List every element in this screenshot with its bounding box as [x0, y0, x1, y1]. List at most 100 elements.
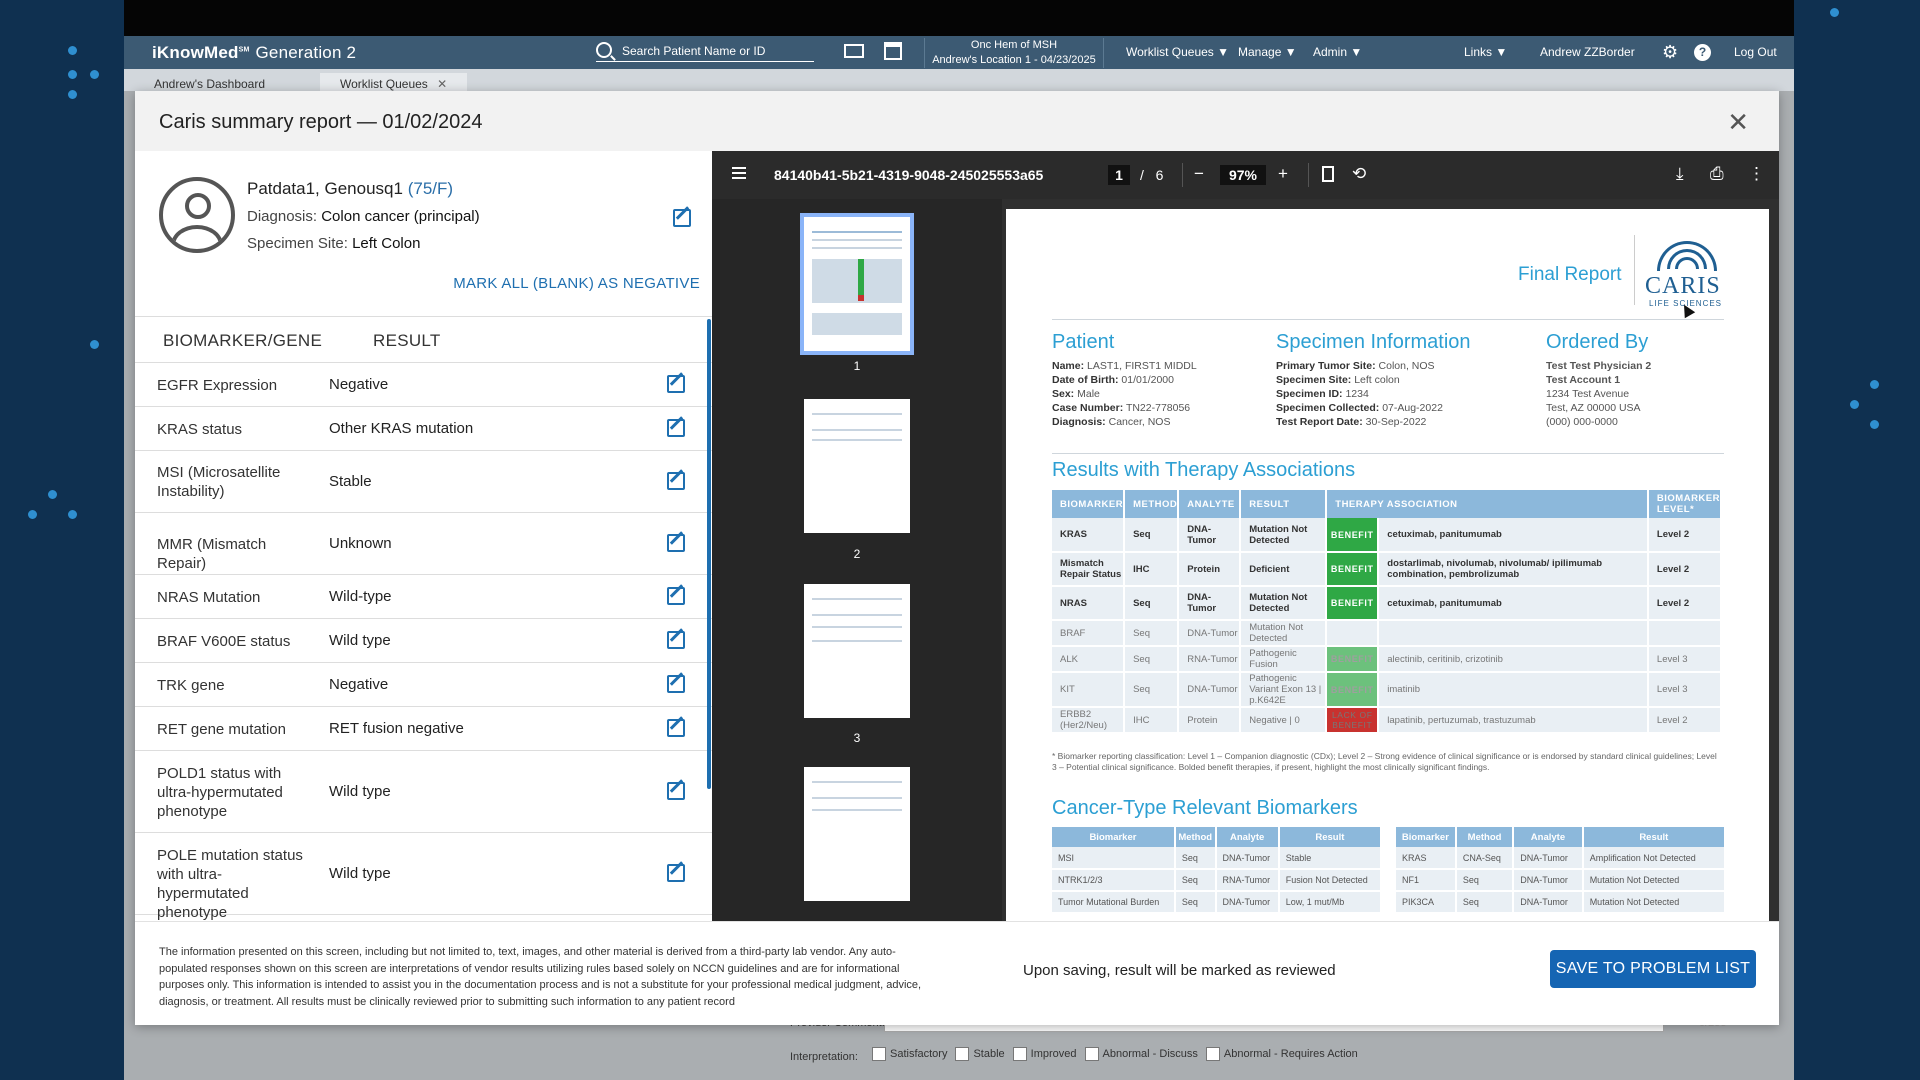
results-row: KIT Seq DNA-Tumor Pathogenic Variant Exon 1… — [1052, 672, 1723, 708]
help-icon[interactable]: ? — [1694, 44, 1711, 61]
edit-result-icon[interactable] — [667, 534, 685, 552]
biomarker-gene: NRAS Mutation — [157, 588, 261, 606]
fit-page-icon[interactable] — [1322, 166, 1334, 182]
page-number-input[interactable]: 1 — [1108, 165, 1130, 185]
ordered-by-heading: Ordered By — [1546, 331, 1649, 353]
zoom-in-icon[interactable]: + — [1278, 164, 1288, 184]
biomarker-row: RET gene mutation RET fusion negative — [135, 707, 712, 751]
edit-result-icon[interactable] — [667, 472, 685, 490]
menu-links-visible[interactable]: Links ▼ — [1464, 45, 1507, 59]
patient-name: Patdata1, Genousq1 (75/F) — [247, 179, 454, 198]
print-icon[interactable]: ⎙ — [1710, 164, 1724, 184]
brand-logo[interactable]: iKnowMedSM Generation 2 — [152, 43, 356, 63]
biomarker-row: NRAS Mutation Wild-type — [135, 575, 712, 619]
download-icon[interactable]: ⤓ — [1676, 164, 1684, 184]
edit-patient-icon[interactable] — [673, 209, 691, 227]
zoom-out-icon[interactable]: − — [1194, 164, 1204, 184]
interpretation-checkbox[interactable]: Abnormal - Requires Action — [1205, 1047, 1358, 1061]
thumbnail-label: 3 — [853, 731, 861, 745]
menu-worklist-queues[interactable]: Worklist Queues ▼ — [1126, 45, 1229, 59]
panel-scrollbar[interactable] — [707, 319, 711, 789]
interpretation-checkbox[interactable]: Satisfactory — [872, 1047, 947, 1061]
results-row: NRAS Seq DNA-Tumor Mutation Not Detected BEN… — [1052, 586, 1723, 621]
menu-manage[interactable]: Manage ▼ — [1238, 45, 1297, 59]
calendar-icon[interactable] — [884, 42, 902, 60]
info-line: Test, AZ 00000 USA — [1546, 402, 1641, 414]
patient-search[interactable]: Search Patient Name or ID — [596, 42, 814, 62]
thumbnail-page-3[interactable] — [804, 584, 910, 718]
pdf-filename: 84140b41-5b21-4319-9048-245025553a65 — [774, 167, 1044, 183]
thumbnail-page-4[interactable] — [804, 767, 910, 901]
biomarker-result: RET fusion negative — [329, 720, 464, 737]
background-dot — [1870, 420, 1879, 429]
ctr-col: Method — [1455, 827, 1515, 847]
ctr-row: MSI Seq DNA-Tumor Stable — [1052, 847, 1383, 870]
modal-header: Caris summary report — 01/02/2024 ✕ — [135, 91, 1779, 151]
edit-result-icon[interactable] — [667, 419, 685, 437]
ctr-col: Method — [1174, 827, 1217, 847]
rotate-icon[interactable]: ⟲ — [1352, 164, 1366, 184]
interpretation-checkbox[interactable]: Improved — [1012, 1047, 1077, 1061]
menu-icon[interactable] — [732, 167, 746, 179]
footnote: * Biomarker reporting classification: Le… — [1052, 751, 1717, 772]
close-tab-icon[interactable]: ✕ — [437, 77, 447, 91]
info-line: (000) 000-0000 — [1546, 416, 1618, 428]
tab-worklist-queues[interactable]: Worklist Queues ✕ — [320, 73, 468, 91]
location-indicator[interactable]: Onc Hem of MSH Andrew's Location 1 - 04/… — [924, 38, 1104, 68]
interpretation-checkbox[interactable]: Abnormal - Discuss — [1084, 1047, 1198, 1061]
thumbnail-label: 1 — [853, 359, 861, 373]
background-dot — [68, 510, 77, 519]
edit-result-icon[interactable] — [667, 719, 685, 737]
logout-link[interactable]: Log Out — [1734, 45, 1777, 59]
page-total: / 6 — [1140, 167, 1164, 183]
modal-title: Caris summary report — 01/02/2024 — [159, 111, 483, 133]
biomarker-result: Stable — [329, 473, 372, 490]
mail-icon[interactable] — [844, 44, 864, 58]
user-name[interactable]: Andrew ZZBorder — [1540, 45, 1635, 59]
gear-icon[interactable]: ⚙ — [1662, 42, 1678, 63]
close-icon[interactable]: ✕ — [1727, 107, 1749, 138]
therapy-tag: BENEFIT — [1326, 646, 1380, 673]
info-line: Sex: Male — [1052, 388, 1100, 400]
therapy-tag — [1326, 620, 1380, 647]
results-table: BIOMARKER METHOD ANALYTE RESULT THERAPY ASSO… — [1052, 490, 1723, 734]
report-ordered-by-info: Test Test Physician 2 Test Account 1 1234 … — [1546, 359, 1651, 429]
biomarker-result: Wild type — [329, 632, 391, 649]
biomarker-result: Unknown — [329, 535, 392, 552]
interpretation-checkbox[interactable]: Stable — [955, 1047, 1005, 1061]
menu-admin[interactable]: Admin ▼ — [1313, 45, 1362, 59]
biomarker-gene: RET gene mutation — [157, 720, 286, 738]
biomarker-row: POLD1 status with ultra-hypermutated phe… — [135, 751, 712, 833]
zoom-level[interactable]: 97% — [1220, 165, 1266, 185]
edit-result-icon[interactable] — [667, 631, 685, 649]
biomarker-gene: TRK gene — [157, 676, 225, 694]
background-dot — [1830, 8, 1839, 17]
results-col: METHOD — [1124, 490, 1180, 518]
results-row: KRAS Seq DNA-Tumor Mutation Not Detected BEN… — [1052, 518, 1723, 553]
interpretation-label: Interpretation: — [790, 1051, 858, 1063]
more-icon[interactable]: ⋮ — [1748, 164, 1765, 184]
background-dot — [90, 70, 99, 79]
biomarker-result: Wild type — [329, 783, 391, 800]
thumbnail-page-1[interactable] — [800, 213, 914, 355]
biomarker-gene: MMR (Mismatch Repair) — [157, 535, 267, 572]
edit-result-icon[interactable] — [667, 375, 685, 393]
mark-all-negative-link[interactable]: MARK ALL (BLANK) AS NEGATIVE — [453, 275, 700, 292]
thumbnail-page-2[interactable] — [804, 399, 910, 533]
results-row: BRAF Seq DNA-Tumor Mutation Not Detected — [1052, 620, 1723, 647]
search-placeholder: Search Patient Name or ID — [622, 44, 766, 58]
biomarker-panel: Patdata1, Genousq1 (75/F) Diagnosis: Col… — [135, 151, 712, 921]
edit-result-icon[interactable] — [667, 864, 685, 882]
save-to-problem-list-button[interactable]: SAVE TO PROBLEM LIST — [1550, 950, 1756, 988]
tab-bar: Andrew's Dashboard Worklist Queues ✕ — [124, 69, 1794, 91]
info-line: Name: LAST1, FIRST1 MIDDL — [1052, 360, 1197, 372]
edit-result-icon[interactable] — [667, 587, 685, 605]
biomarker-result: Wild-type — [329, 588, 392, 605]
ctr-table-right: Biomarker Method Analyte Result KRAS CNA-Seq D… — [1396, 827, 1727, 914]
info-line: 1234 Test Avenue — [1546, 388, 1630, 400]
edit-result-icon[interactable] — [667, 675, 685, 693]
tab-dashboard[interactable]: Andrew's Dashboard — [134, 73, 285, 91]
results-col: ANALYTE — [1178, 490, 1242, 518]
interpretation-options: Satisfactory Stable Improved Abnormal - Dis… — [872, 1047, 1366, 1061]
edit-result-icon[interactable] — [667, 782, 685, 800]
